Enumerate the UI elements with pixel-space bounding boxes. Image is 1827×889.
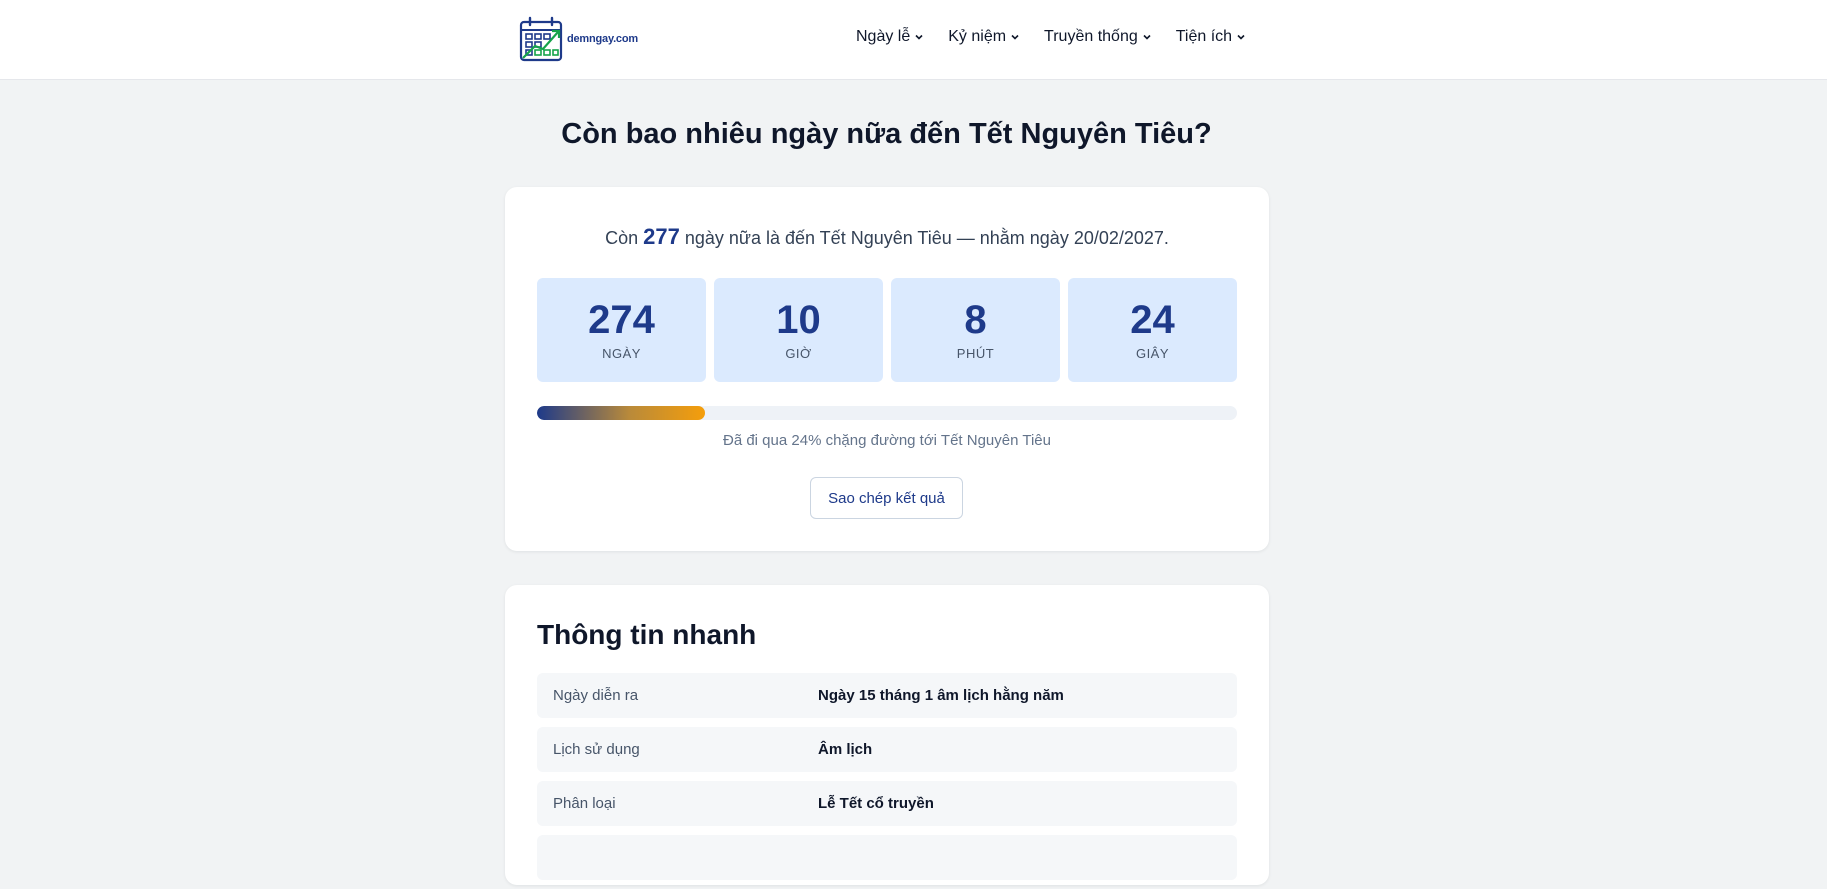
countdown-unit: NGÀY [602,346,641,361]
countdown-value: 274 [588,298,655,342]
info-row: Ngày diễn ra Ngày 15 tháng 1 âm lịch hằn… [537,673,1237,718]
chevron-down-icon [1011,34,1019,40]
countdown-seconds-box: 24 GIÂY [1068,278,1237,382]
chevron-down-icon [1143,34,1151,40]
calendar-logo-icon [519,16,563,62]
chevron-down-icon [915,34,923,40]
progress-bar [537,406,1237,420]
countdown-value: 8 [964,298,987,342]
summary-prefix: Còn [605,228,639,248]
countdown-unit: PHÚT [956,346,995,361]
chevron-down-icon [1237,34,1245,40]
countdown-minutes-box: 8 PHÚT [891,278,1060,382]
countdown-unit: GIÂY [1135,346,1170,361]
countdown-days-box: 274 NGÀY [537,278,706,382]
nav-item-label: Tiện ích [1175,28,1233,45]
info-row [537,835,1237,880]
countdown-value: 10 [776,298,821,342]
countdown-hours-box: 10 GIỜ [714,278,883,382]
countdown-boxes: 274 NGÀY 10 GIỜ 8 PHÚT 24 GIÂY [537,278,1237,382]
nav-item-tien-ich[interactable]: Tiện ích [1176,28,1246,46]
info-value: Lễ Tết cổ truyền [818,795,934,812]
info-row: Lịch sử dụng Âm lịch [537,727,1237,772]
nav-item-label: Truyền thống [1044,28,1138,45]
nav-item-ky-niem[interactable]: Kỷ niệm [948,28,1020,46]
quick-info-table: Ngày diễn ra Ngày 15 tháng 1 âm lịch hằn… [537,673,1237,889]
info-value: Ngày 15 tháng 1 âm lịch hằng năm [818,687,1064,704]
countdown-summary: Còn 277 ngày nữa là đến Tết Nguyên Tiêu … [505,224,1269,250]
progress-text: Đã đi qua 24% chặng đường tới Tết Nguyên… [723,432,1051,449]
main-nav: Ngày lễ Kỷ niệm Truyền thống Tiện ích [856,28,1246,46]
nav-item-label: Kỷ niệm [948,28,1007,45]
info-value: Âm lịch [818,741,873,758]
nav-item-ngay-le[interactable]: Ngày lễ [856,28,924,46]
info-label: Phân loại [553,795,616,812]
days-remaining-number: 277 [643,224,680,249]
info-label: Ngày diễn ra [553,687,639,704]
top-navbar: demngay.com Ngày lễ Kỷ niệm Truyền thống… [0,0,1827,80]
quick-info-title: Thông tin nhanh [537,619,757,650]
quick-info-card: Thông tin nhanh Ngày diễn ra Ngày 15 thá… [505,585,1269,885]
summary-suffix: ngày nữa là đến Tết Nguyên Tiêu — nhằm n… [684,228,1169,248]
countdown-card: Còn 277 ngày nữa là đến Tết Nguyên Tiêu … [505,187,1269,551]
logo-text: demngay.com [567,33,638,45]
copy-result-button[interactable]: Sao chép kết quả [810,477,963,519]
countdown-value: 24 [1130,298,1175,342]
info-label: Lịch sử dụng [553,741,640,758]
site-logo[interactable]: demngay.com [519,16,638,62]
nav-item-label: Ngày lễ [856,28,911,45]
nav-item-truyen-thong[interactable]: Truyền thống [1044,28,1152,46]
info-row: Phân loại Lễ Tết cổ truyền [537,781,1237,826]
progress-fill [537,406,705,420]
countdown-unit: GIỜ [785,346,812,361]
page-title: Còn bao nhiêu ngày nữa đến Tết Nguyên Ti… [561,118,1212,150]
